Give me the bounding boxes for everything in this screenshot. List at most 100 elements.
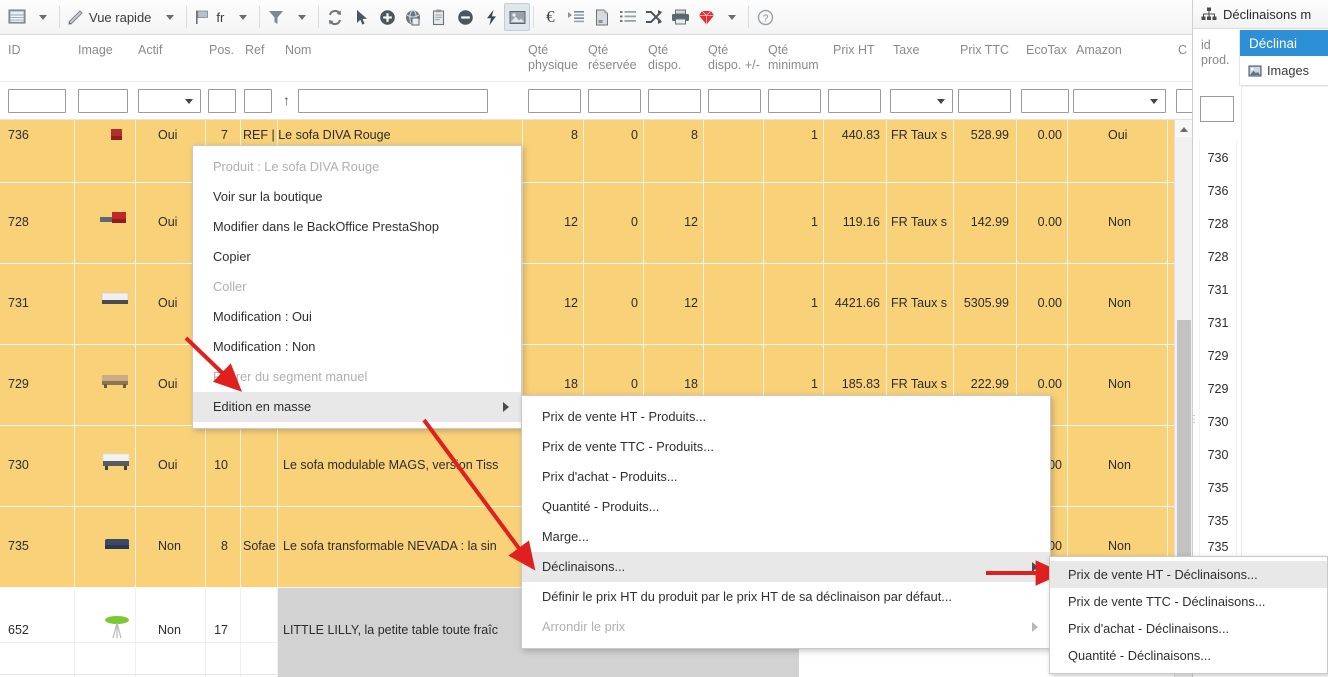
filter-select-actif[interactable] — [138, 89, 201, 113]
cell-qte-reservee[interactable]: 0 — [588, 296, 638, 310]
product-thumbnail[interactable] — [102, 614, 132, 643]
cell-qte-minimum[interactable]: 1 — [768, 215, 818, 229]
language-flag-button[interactable]: fr — [190, 2, 230, 32]
submenu-item-prix-achat-produits[interactable]: Prix d'achat - Produits... — [522, 462, 1050, 492]
scroll-up-button[interactable] — [1175, 120, 1192, 137]
col-header-taxe[interactable]: Taxe — [893, 43, 919, 58]
cell-taxe[interactable]: FR Taux s — [891, 296, 951, 310]
scrollbar-thumb[interactable] — [1177, 320, 1191, 560]
filter-input-qte-dispo[interactable] — [648, 89, 701, 113]
menu-item-modifier-backoffice[interactable]: Modifier dans le BackOffice PrestaShop — [193, 212, 521, 242]
list-item[interactable]: 731 — [1199, 272, 1237, 308]
filter-input-prix-ttc[interactable] — [958, 89, 1011, 113]
menu-item-modification-non[interactable]: Modification : Non — [193, 332, 521, 362]
submenu-edition-en-masse[interactable]: Prix de vente HT - Produits... Prix de v… — [521, 395, 1051, 649]
tab-declinaisons[interactable]: Déclinai — [1240, 30, 1328, 56]
cell-pos[interactable]: 17 — [180, 623, 228, 637]
product-thumbnail[interactable] — [100, 372, 130, 393]
cell-id[interactable]: 736 — [8, 128, 29, 142]
duplicate-button[interactable] — [400, 2, 426, 32]
filter-input-nom[interactable] — [298, 89, 488, 113]
col-header-c[interactable]: C — [1178, 43, 1187, 58]
indent-button[interactable] — [563, 2, 589, 32]
filter-button[interactable] — [263, 2, 289, 32]
cell-qte-minimum[interactable]: 1 — [768, 377, 818, 391]
filter-input-pos[interactable] — [208, 89, 236, 113]
cell-amazon[interactable]: Non — [1108, 458, 1131, 472]
cell-ref[interactable]: Sofae — [243, 539, 277, 553]
product-thumbnail[interactable] — [105, 127, 127, 146]
filter-dropdown[interactable] — [289, 2, 315, 32]
cell-id[interactable]: 728 — [8, 215, 29, 229]
cell-ecotax[interactable]: 0.00 — [1016, 215, 1062, 229]
image-button[interactable] — [504, 3, 530, 31]
cell-nom[interactable]: Le sofa modulable MAGS, version Tiss — [283, 458, 518, 472]
cell-actif[interactable]: Oui — [158, 458, 177, 472]
list-item[interactable]: 728 — [1199, 206, 1237, 242]
ruby-button[interactable] — [693, 2, 719, 32]
cell-taxe[interactable]: FR Taux s — [891, 128, 951, 142]
help-button[interactable]: ? — [752, 2, 778, 32]
cell-qte-reservee[interactable]: 0 — [588, 215, 638, 229]
ruby-dropdown[interactable] — [719, 2, 745, 32]
quick-view-dropdown[interactable] — [157, 2, 183, 32]
clipboard-button[interactable] — [426, 2, 452, 32]
cell-qte-dispo[interactable]: 18 — [648, 377, 698, 391]
cell-amazon[interactable]: Non — [1108, 377, 1131, 391]
filter-input-qte-physique[interactable] — [528, 89, 581, 113]
table-row[interactable]: 736 Oui 7 REF | Le sofa DIVA Rouge 8 0 8… — [0, 120, 1174, 183]
view-layout-icon[interactable] — [4, 2, 30, 32]
col-header-amazon[interactable]: Amazon — [1076, 43, 1122, 58]
submenu-item-declinaisons[interactable]: Déclinaisons... — [522, 552, 1050, 582]
col-header-nom[interactable]: Nom — [285, 43, 311, 58]
col-header-qte-reservee[interactable]: Qté réservée — [588, 43, 637, 73]
cell-prix-ht[interactable]: 119.16 — [828, 215, 880, 229]
cell-nom[interactable]: Le sofa transformable NEVADA : la sin — [283, 539, 518, 553]
col-header-ref[interactable]: Ref — [245, 43, 264, 58]
cell-pos[interactable]: 7 — [180, 128, 228, 142]
sort-ascending-icon[interactable]: ↑ — [283, 92, 290, 108]
cell-amazon[interactable]: Non — [1108, 296, 1131, 310]
cell-id[interactable]: 730 — [8, 458, 29, 472]
cell-actif[interactable]: Oui — [158, 128, 177, 142]
list-item[interactable]: 729 — [1199, 338, 1237, 374]
right-panel-column-header[interactable]: id prod. — [1193, 30, 1240, 86]
subsubmenu-item-prix-vente-ttc-declinaisons[interactable]: Prix de vente TTC - Déclinaisons... — [1050, 588, 1327, 615]
cell-prix-ttc[interactable]: 528.99 — [953, 128, 1009, 142]
cell-qte-minimum[interactable]: 1 — [768, 128, 818, 142]
cell-id[interactable]: 731 — [8, 296, 29, 310]
filter-input-ecotax[interactable] — [1021, 89, 1069, 113]
cell-qte-physique[interactable]: 18 — [528, 377, 578, 391]
cell-ecotax[interactable]: 0.00 — [1016, 377, 1062, 391]
filter-input-c[interactable] — [1176, 89, 1192, 113]
table-row[interactable]: 731 Oui 12 0 12 1 4421.66 FR Taux s 5305… — [0, 264, 1174, 345]
cell-id[interactable]: 729 — [8, 377, 29, 391]
cell-actif[interactable]: Non — [158, 623, 181, 637]
cell-taxe[interactable]: FR Taux s — [891, 215, 951, 229]
menu-item-copier[interactable]: Copier — [193, 242, 521, 272]
filter-select-taxe[interactable] — [890, 89, 953, 113]
cell-qte-reservee[interactable]: 0 — [588, 128, 638, 142]
submenu-item-definir-prix-ht[interactable]: Définir le prix HT du produit par le pri… — [522, 582, 1050, 612]
cell-prix-ht[interactable]: 185.83 — [828, 377, 880, 391]
list-item[interactable]: 729 — [1199, 371, 1237, 407]
filter-input-id[interactable] — [8, 89, 66, 113]
col-header-qte-minimum[interactable]: Qté minimum — [768, 43, 819, 73]
product-thumbnail[interactable] — [103, 535, 131, 556]
col-header-id[interactable]: ID — [8, 43, 21, 58]
table-row[interactable]: 728 Oui 12 0 12 1 119.16 FR Taux s 142.9… — [0, 183, 1174, 264]
submenu-item-prix-vente-ht-produits[interactable]: Prix de vente HT - Produits... — [522, 402, 1050, 432]
pane-splitter-handle-left[interactable]: ⋮ — [1189, 418, 1193, 422]
list-item[interactable]: 735 — [1199, 536, 1237, 558]
col-header-prix-ttc[interactable]: Prix TTC — [960, 43, 1009, 58]
cell-qte-dispo[interactable]: 12 — [648, 296, 698, 310]
cell-prix-ht[interactable]: 4421.66 — [828, 296, 880, 310]
view-layout-dropdown[interactable] — [30, 2, 56, 32]
cell-id[interactable]: 735 — [8, 539, 29, 553]
cell-ecotax[interactable]: 0.00 — [1016, 128, 1062, 142]
submenu-item-prix-vente-ttc-produits[interactable]: Prix de vente TTC - Produits... — [522, 432, 1050, 462]
currency-button[interactable]: € — [537, 2, 563, 32]
filter-input-prix-ht[interactable] — [828, 89, 881, 113]
filter-input-qte-dispo-pm[interactable] — [708, 89, 761, 113]
product-thumbnail[interactable] — [100, 452, 132, 475]
